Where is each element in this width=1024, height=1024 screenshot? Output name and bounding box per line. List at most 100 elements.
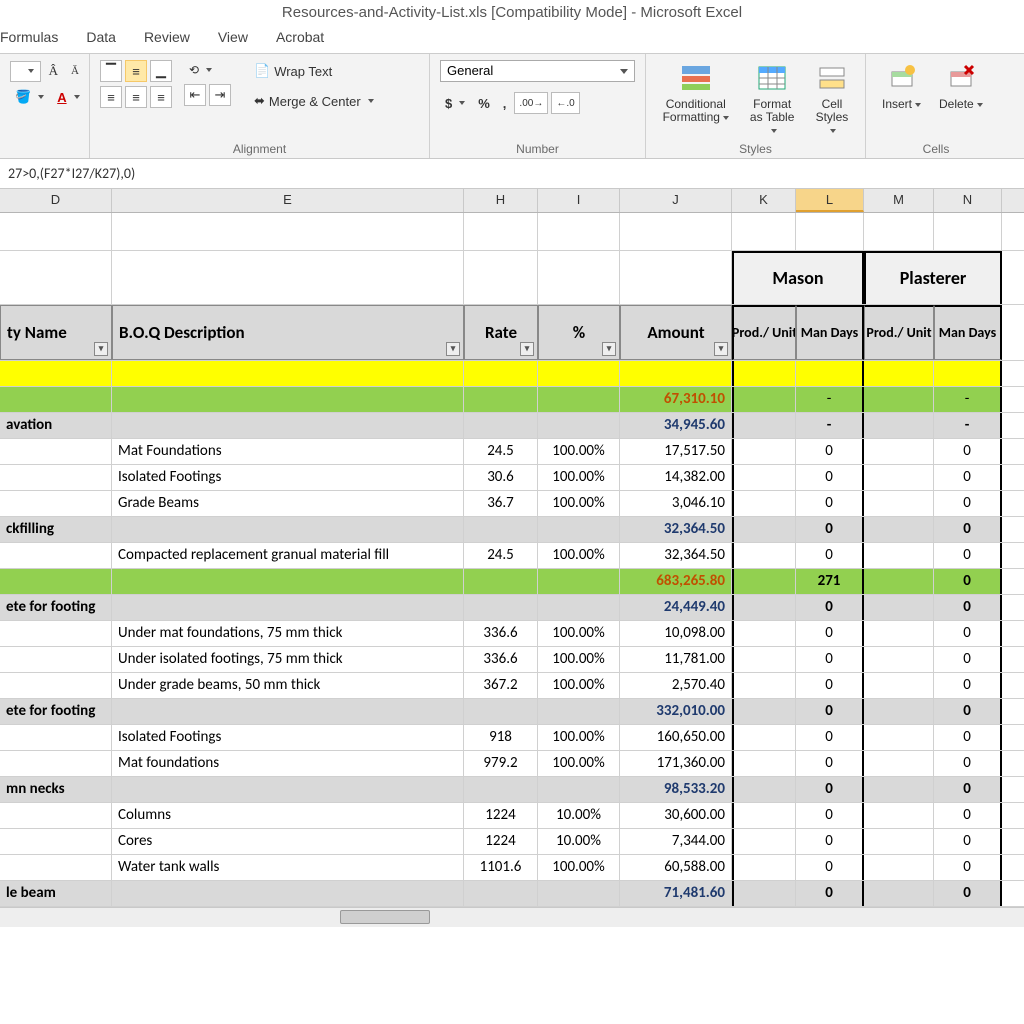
col-header-L[interactable]: L bbox=[796, 189, 864, 212]
cell[interactable]: 100.00% bbox=[538, 465, 620, 490]
cell[interactable]: 1224 bbox=[464, 803, 538, 828]
cell[interactable]: 0 bbox=[796, 803, 864, 828]
cell[interactable]: 71,481.60 bbox=[620, 881, 732, 906]
cell[interactable] bbox=[864, 621, 934, 646]
cell[interactable]: Compacted replacement granual material f… bbox=[112, 543, 464, 568]
cell[interactable]: Columns bbox=[112, 803, 464, 828]
col-header-H[interactable]: H bbox=[464, 189, 538, 212]
cell[interactable] bbox=[0, 465, 112, 490]
cell[interactable] bbox=[620, 361, 732, 386]
align-bottom-button[interactable]: ▁ bbox=[150, 60, 172, 82]
table-row[interactable]: Water tank walls1101.6100.00%60,588.0000 bbox=[0, 855, 1024, 881]
table-row[interactable]: ckfilling32,364.5000 bbox=[0, 517, 1024, 543]
cell[interactable]: Under grade beams, 50 mm thick bbox=[112, 673, 464, 698]
formula-bar[interactable]: 27>0,(F27*I27/K27),0) bbox=[0, 159, 1024, 189]
cell[interactable] bbox=[864, 569, 934, 594]
cell[interactable] bbox=[864, 725, 934, 750]
cell[interactable]: ckfilling bbox=[0, 517, 112, 542]
cell[interactable]: 0 bbox=[796, 543, 864, 568]
cell[interactable] bbox=[464, 699, 538, 724]
cell[interactable]: 32,364.50 bbox=[620, 543, 732, 568]
th-mason-prod[interactable]: Prod./ Unit bbox=[732, 305, 796, 360]
cell[interactable] bbox=[732, 595, 796, 620]
cell[interactable] bbox=[0, 621, 112, 646]
cell[interactable]: Water tank walls bbox=[112, 855, 464, 880]
cell[interactable]: 98,533.20 bbox=[620, 777, 732, 802]
cell[interactable] bbox=[538, 569, 620, 594]
cell[interactable]: 0 bbox=[934, 439, 1002, 464]
cell[interactable]: ete for footing bbox=[0, 699, 112, 724]
cell[interactable]: 100.00% bbox=[538, 621, 620, 646]
cell[interactable]: 0 bbox=[796, 829, 864, 854]
increase-decimal-button[interactable]: .00→ bbox=[514, 92, 548, 114]
cell[interactable] bbox=[732, 699, 796, 724]
cell[interactable] bbox=[864, 777, 934, 802]
decrease-indent-button[interactable]: ⇤ bbox=[184, 84, 206, 106]
cell[interactable]: Under isolated footings, 75 mm thick bbox=[112, 647, 464, 672]
col-header-E[interactable]: E bbox=[112, 189, 464, 212]
cell[interactable]: 2,570.40 bbox=[620, 673, 732, 698]
cell[interactable] bbox=[464, 569, 538, 594]
cell[interactable] bbox=[538, 387, 620, 412]
cell[interactable]: 0 bbox=[934, 725, 1002, 750]
table-row[interactable]: ete for footing332,010.0000 bbox=[0, 699, 1024, 725]
cell[interactable] bbox=[538, 881, 620, 906]
cell[interactable]: 0 bbox=[796, 517, 864, 542]
table-row[interactable]: Isolated Footings30.6100.00%14,382.0000 bbox=[0, 465, 1024, 491]
filter-icon[interactable]: ▾ bbox=[446, 342, 460, 356]
cell[interactable] bbox=[538, 517, 620, 542]
cell[interactable] bbox=[864, 855, 934, 880]
cell[interactable] bbox=[864, 829, 934, 854]
table-row[interactable]: ete for footing24,449.4000 bbox=[0, 595, 1024, 621]
cell[interactable] bbox=[732, 543, 796, 568]
cell[interactable]: 1224 bbox=[464, 829, 538, 854]
cell[interactable] bbox=[464, 777, 538, 802]
cell[interactable] bbox=[0, 803, 112, 828]
th-activity[interactable]: ty Name▾ bbox=[0, 305, 112, 360]
col-header-M[interactable]: M bbox=[864, 189, 934, 212]
shrink-font-button[interactable]: Ǎ bbox=[66, 62, 84, 80]
cell[interactable] bbox=[0, 361, 112, 386]
grow-font-button[interactable]: Â bbox=[44, 60, 63, 82]
cell[interactable]: 979.2 bbox=[464, 751, 538, 776]
cell[interactable] bbox=[538, 777, 620, 802]
cell[interactable] bbox=[112, 569, 464, 594]
cell[interactable] bbox=[732, 751, 796, 776]
percent-format-button[interactable]: % bbox=[473, 93, 495, 114]
table-row[interactable] bbox=[0, 361, 1024, 387]
cell[interactable] bbox=[732, 647, 796, 672]
menu-formulas[interactable]: Formulas bbox=[0, 29, 58, 45]
cell[interactable]: 0 bbox=[796, 647, 864, 672]
cell[interactable]: 100.00% bbox=[538, 751, 620, 776]
th-pct[interactable]: %▾ bbox=[538, 305, 620, 360]
filter-icon[interactable]: ▾ bbox=[94, 342, 108, 356]
cell[interactable] bbox=[864, 361, 934, 386]
cell[interactable]: 100.00% bbox=[538, 543, 620, 568]
delete-cells-button[interactable]: Delete bbox=[933, 60, 989, 140]
cell[interactable]: 10.00% bbox=[538, 829, 620, 854]
worksheet-grid[interactable]: Mason Plasterer ty Name▾ B.O.Q Descripti… bbox=[0, 213, 1024, 907]
cell[interactable]: 0 bbox=[934, 491, 1002, 516]
cell[interactable]: 67,310.10 bbox=[620, 387, 732, 412]
cell[interactable] bbox=[0, 725, 112, 750]
cell[interactable]: Isolated Footings bbox=[112, 725, 464, 750]
cell[interactable]: 0 bbox=[796, 777, 864, 802]
table-row[interactable]: 683,265.802710 bbox=[0, 569, 1024, 595]
scroll-thumb[interactable] bbox=[340, 910, 430, 924]
font-size-dropdown[interactable] bbox=[10, 61, 41, 82]
cell[interactable]: 100.00% bbox=[538, 491, 620, 516]
cell[interactable]: 918 bbox=[464, 725, 538, 750]
accounting-format-button[interactable]: $ bbox=[440, 93, 470, 114]
align-right-button[interactable]: ≡ bbox=[150, 86, 172, 108]
table-row[interactable]: Compacted replacement granual material f… bbox=[0, 543, 1024, 569]
cell[interactable]: 0 bbox=[796, 621, 864, 646]
cell[interactable]: 11,781.00 bbox=[620, 647, 732, 672]
cell[interactable] bbox=[112, 387, 464, 412]
cell[interactable]: mn necks bbox=[0, 777, 112, 802]
cell[interactable]: 0 bbox=[796, 491, 864, 516]
cell[interactable]: 0 bbox=[796, 673, 864, 698]
cell[interactable]: 0 bbox=[934, 595, 1002, 620]
menu-data[interactable]: Data bbox=[86, 29, 116, 45]
cell[interactable]: 336.6 bbox=[464, 621, 538, 646]
table-row[interactable]: Mat foundations979.2100.00%171,360.0000 bbox=[0, 751, 1024, 777]
